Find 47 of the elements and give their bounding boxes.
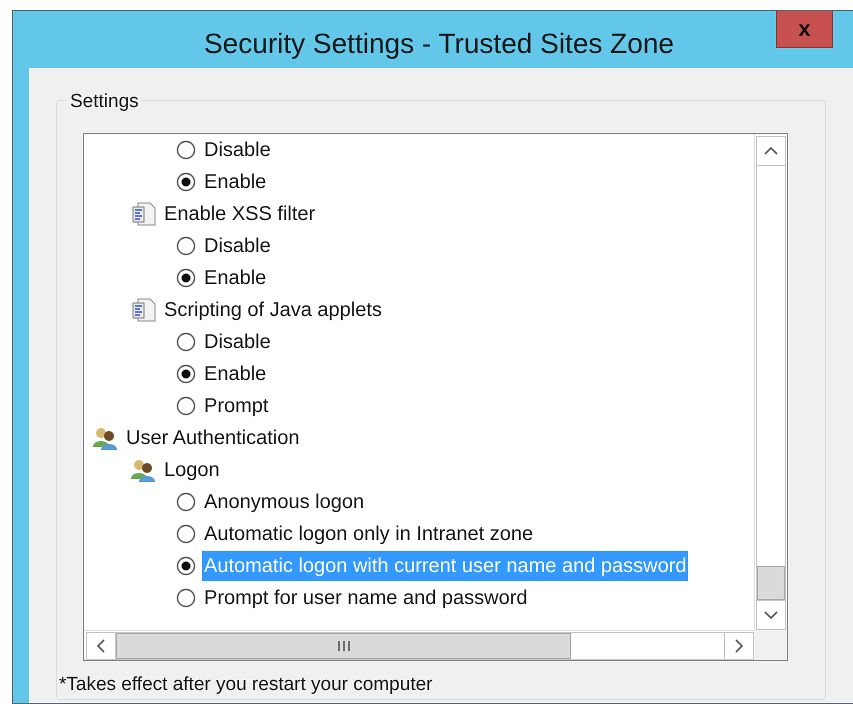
radio-button[interactable] bbox=[176, 524, 196, 544]
users-icon bbox=[130, 457, 156, 483]
option-label: Anonymous logon bbox=[203, 490, 366, 515]
radio-button[interactable] bbox=[176, 364, 196, 384]
option-label: Disable bbox=[203, 330, 272, 355]
radio-button[interactable] bbox=[176, 140, 196, 160]
option-label: Enable bbox=[203, 266, 268, 291]
horizontal-scrollbar[interactable] bbox=[84, 630, 754, 660]
script-document-icon bbox=[130, 297, 156, 323]
option-label: Automatic logon with current user name and password bbox=[202, 551, 688, 581]
scroll-right-button[interactable] bbox=[724, 632, 754, 660]
setting-label: Enable XSS filter bbox=[163, 202, 316, 227]
scroll-down-button[interactable] bbox=[756, 600, 786, 630]
radio-button[interactable] bbox=[176, 396, 196, 416]
option-label: Disable bbox=[203, 234, 272, 259]
scroll-left-button[interactable] bbox=[86, 632, 116, 660]
script-document-icon bbox=[130, 201, 156, 227]
category-label: Logon bbox=[163, 458, 221, 483]
close-button[interactable]: x bbox=[776, 11, 833, 48]
radio-button[interactable] bbox=[176, 492, 196, 512]
vertical-scrollbar[interactable] bbox=[754, 134, 787, 630]
left-icon bbox=[96, 638, 106, 654]
option-label: Enable bbox=[203, 362, 268, 387]
radio-button[interactable] bbox=[176, 236, 196, 256]
up-icon bbox=[763, 146, 779, 156]
radio-button[interactable] bbox=[176, 556, 196, 576]
option-label: Automatic logon only in Intranet zone bbox=[203, 522, 534, 547]
right-icon bbox=[734, 638, 744, 654]
option-label: Prompt for user name and password bbox=[203, 586, 528, 611]
option-label: Prompt bbox=[203, 394, 270, 419]
users-icon bbox=[92, 425, 118, 451]
scroll-thumb[interactable] bbox=[116, 633, 571, 659]
down-icon bbox=[763, 610, 779, 620]
scroll-thumb[interactable] bbox=[757, 566, 785, 600]
footnote: *Takes effect after you restart your computer bbox=[59, 673, 434, 697]
category-label: User Authentication bbox=[125, 426, 300, 451]
radio-button[interactable] bbox=[176, 268, 196, 288]
radio-button[interactable] bbox=[176, 332, 196, 352]
grip-icon bbox=[336, 640, 352, 652]
option-label: Disable bbox=[203, 138, 272, 163]
window-title: Security Settings - Trusted Sites Zone bbox=[203, 27, 675, 61]
radio-button[interactable] bbox=[176, 172, 196, 192]
scroll-up-button[interactable] bbox=[756, 136, 786, 166]
scrollbar-corner bbox=[754, 630, 787, 660]
option-label: Enable bbox=[203, 170, 268, 195]
setting-label: Scripting of Java applets bbox=[163, 298, 383, 323]
radio-button[interactable] bbox=[176, 588, 196, 608]
